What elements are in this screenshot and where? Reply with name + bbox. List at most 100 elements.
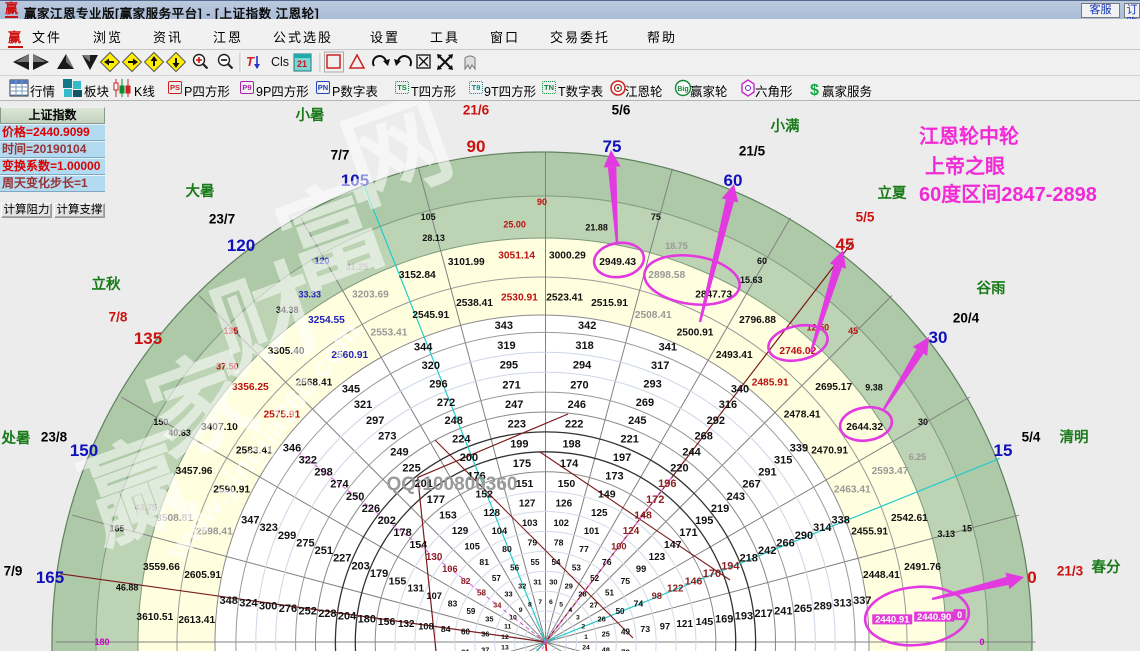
svg-text:337: 337: [853, 595, 871, 607]
svg-text:2553.41: 2553.41: [371, 327, 408, 338]
svg-text:102: 102: [553, 518, 569, 528]
svg-text:129: 129: [452, 526, 469, 537]
svg-text:220: 220: [670, 462, 688, 474]
svg-text:7/8: 7/8: [109, 310, 128, 325]
svg-text:36: 36: [481, 630, 489, 639]
svg-text:150: 150: [558, 478, 576, 490]
svg-text:2508.41: 2508.41: [635, 310, 672, 321]
svg-text:60: 60: [461, 627, 470, 636]
svg-text:25.00: 25.00: [503, 220, 526, 230]
svg-text:2: 2: [581, 624, 585, 631]
svg-text:2796.88: 2796.88: [739, 315, 776, 326]
svg-text:15: 15: [962, 523, 972, 533]
svg-text:300: 300: [259, 600, 277, 612]
svg-text:273: 273: [378, 431, 396, 443]
svg-text:21/3: 21/3: [1057, 564, 1084, 579]
svg-text:196: 196: [658, 478, 676, 490]
svg-text:5/6: 5/6: [612, 103, 631, 118]
svg-text:5/5: 5/5: [856, 210, 875, 225]
svg-text:146: 146: [685, 575, 703, 587]
svg-text:小满: 小满: [771, 117, 800, 135]
svg-text:122: 122: [667, 584, 684, 595]
svg-text:100: 100: [611, 542, 627, 552]
svg-text:3.13: 3.13: [937, 529, 955, 539]
svg-text:79: 79: [528, 537, 538, 547]
svg-text:225: 225: [402, 462, 420, 474]
svg-text:49: 49: [621, 627, 630, 636]
svg-text:344: 344: [414, 342, 433, 354]
svg-text:224: 224: [452, 434, 471, 446]
svg-text:274: 274: [330, 479, 349, 491]
svg-text:194: 194: [721, 560, 740, 572]
svg-text:241: 241: [774, 606, 792, 618]
svg-text:98: 98: [652, 591, 662, 601]
svg-text:170: 170: [703, 568, 721, 580]
svg-text:35: 35: [485, 614, 493, 623]
svg-text:247: 247: [505, 399, 523, 411]
svg-text:2542.61: 2542.61: [891, 513, 928, 524]
svg-text:立秋: 立秋: [92, 275, 121, 293]
svg-text:252: 252: [298, 606, 316, 618]
svg-text:104: 104: [492, 526, 508, 536]
svg-text:Big: Big: [677, 86, 688, 93]
svg-text:242: 242: [758, 545, 776, 557]
svg-text:80: 80: [502, 544, 512, 554]
svg-text:297: 297: [366, 415, 384, 427]
svg-text:2440.90: 2440.90: [917, 612, 951, 623]
svg-text:24: 24: [582, 645, 590, 651]
svg-text:1: 1: [584, 634, 588, 641]
svg-text:180: 180: [358, 613, 376, 625]
svg-text:上帝之眼: 上帝之眼: [925, 154, 1005, 178]
svg-text:99: 99: [636, 564, 646, 574]
svg-text:105: 105: [421, 212, 436, 222]
svg-text:270: 270: [570, 379, 588, 391]
svg-text:2523.41: 2523.41: [546, 292, 583, 303]
svg-text:21: 21: [297, 59, 307, 69]
svg-text:2949.43: 2949.43: [599, 257, 636, 268]
svg-text:2500.91: 2500.91: [677, 327, 714, 338]
svg-text:290: 290: [795, 530, 813, 542]
svg-text:177: 177: [427, 494, 445, 506]
svg-text:228: 228: [318, 608, 336, 620]
svg-text:348: 348: [220, 595, 238, 607]
svg-text:154: 154: [410, 539, 428, 551]
svg-text:217: 217: [754, 608, 772, 620]
svg-text:2530.91: 2530.91: [501, 292, 538, 303]
svg-text:3101.99: 3101.99: [448, 257, 485, 268]
svg-text:178: 178: [393, 527, 411, 539]
svg-text:2613.41: 2613.41: [178, 615, 215, 626]
svg-text:江恩轮中轮: 江恩轮中轮: [919, 124, 1019, 148]
svg-text:245: 245: [628, 415, 646, 427]
svg-text:52: 52: [590, 574, 599, 583]
svg-text:125: 125: [591, 508, 608, 519]
svg-text:317: 317: [651, 360, 669, 372]
svg-text:199: 199: [510, 438, 528, 450]
svg-text:108: 108: [418, 622, 434, 632]
svg-text:243: 243: [727, 491, 745, 503]
svg-text:2493.41: 2493.41: [716, 350, 753, 361]
svg-text:147: 147: [664, 539, 682, 551]
svg-text:123: 123: [649, 552, 666, 563]
svg-text:清明: 清明: [1060, 428, 1089, 446]
svg-text:151: 151: [516, 478, 534, 490]
svg-text:30: 30: [929, 328, 948, 347]
svg-text:30: 30: [549, 577, 557, 586]
svg-text:174: 174: [560, 458, 579, 470]
svg-text:55: 55: [530, 558, 539, 567]
svg-text:2478.41: 2478.41: [784, 409, 821, 420]
svg-text:2440.91: 2440.91: [875, 615, 910, 626]
svg-text:324: 324: [239, 598, 258, 610]
svg-text:82: 82: [461, 576, 471, 586]
svg-text:15: 15: [994, 441, 1013, 460]
svg-text:3: 3: [576, 614, 580, 621]
svg-text:2515.91: 2515.91: [591, 298, 628, 309]
svg-text:198: 198: [562, 438, 580, 450]
svg-text:83: 83: [448, 599, 458, 609]
svg-text:Cls: Cls: [271, 55, 289, 69]
svg-text:2605.91: 2605.91: [184, 570, 221, 581]
svg-text:84: 84: [441, 624, 451, 634]
svg-text:21/5: 21/5: [739, 144, 766, 159]
svg-text:203: 203: [351, 560, 369, 572]
svg-text:34: 34: [493, 601, 502, 610]
svg-text:339: 339: [790, 442, 808, 454]
